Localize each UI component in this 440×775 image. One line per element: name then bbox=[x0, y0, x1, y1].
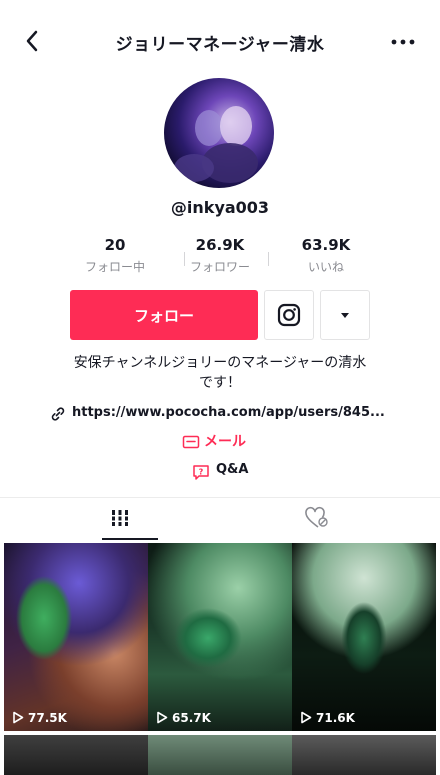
stat-following[interactable]: 20 フォロー中 bbox=[65, 236, 165, 275]
view-count-text: 71.6K bbox=[316, 711, 355, 725]
stat-divider bbox=[268, 252, 269, 266]
stat-likes[interactable]: 63.9K いいね bbox=[276, 236, 376, 275]
play-icon bbox=[301, 711, 312, 724]
instagram-button[interactable] bbox=[264, 290, 314, 340]
stat-following-count: 20 bbox=[104, 236, 126, 254]
video-thumbnail[interactable] bbox=[292, 735, 436, 775]
qa-icon: ? bbox=[193, 465, 209, 480]
chevron-left-icon[interactable] bbox=[18, 26, 48, 56]
stat-followers-label: フォロワー bbox=[189, 260, 250, 274]
instagram-icon bbox=[277, 303, 301, 327]
stat-following-label: フォロー中 bbox=[84, 260, 145, 274]
view-count: 71.6K bbox=[300, 711, 355, 725]
profile-header: ジョリーマネージャー清水 bbox=[0, 0, 440, 84]
video-thumbnail[interactable]: 65.7K bbox=[148, 543, 292, 731]
qa-label: Q&A bbox=[216, 462, 249, 477]
more-options-button[interactable] bbox=[320, 290, 370, 340]
stat-followers-count: 26.9K bbox=[195, 236, 245, 254]
view-count-text: 77.5K bbox=[28, 711, 67, 725]
username: @inkya003 bbox=[170, 198, 270, 217]
video-thumbnail[interactable] bbox=[4, 735, 148, 775]
video-thumbnail[interactable]: 77.5K bbox=[4, 543, 148, 731]
play-icon bbox=[157, 711, 168, 724]
svg-text:?: ? bbox=[199, 468, 204, 477]
play-icon bbox=[13, 711, 24, 724]
caret-down-icon bbox=[341, 313, 349, 318]
tab-liked[interactable] bbox=[210, 498, 430, 542]
profile-link-text: https://www.pococha.com/app/users/845... bbox=[72, 405, 385, 420]
grid-icon bbox=[112, 510, 128, 526]
stat-followers[interactable]: 26.9K フォロワー bbox=[170, 236, 270, 275]
bio-line: 安保チャンネルジョリーのマネージャーの清水 bbox=[73, 355, 367, 371]
profile-bio: 安保チャンネルジョリーのマネージャーの清水 です！ bbox=[30, 353, 410, 393]
bio-line: です！ bbox=[199, 375, 241, 391]
stat-likes-label: いいね bbox=[307, 260, 344, 274]
mail-label: メール bbox=[204, 434, 246, 450]
tab-videos[interactable] bbox=[10, 498, 230, 542]
profile-stats: 20 フォロー中 26.9K フォロワー 63.9K いいね bbox=[70, 236, 370, 276]
follow-button[interactable]: フォロー bbox=[70, 290, 258, 340]
stat-likes-count: 63.9K bbox=[301, 236, 351, 254]
view-count: 65.7K bbox=[156, 711, 211, 725]
view-count: 77.5K bbox=[12, 711, 67, 725]
profile-link[interactable]: https://www.pococha.com/app/users/845... bbox=[50, 404, 390, 424]
video-thumbnail[interactable]: 71.6K bbox=[292, 543, 436, 731]
content-tabs bbox=[0, 498, 440, 542]
video-thumbnail[interactable] bbox=[148, 735, 292, 775]
mail-icon bbox=[182, 435, 200, 449]
active-tab-indicator bbox=[102, 538, 158, 540]
video-grid: 77.5K 65.7K 71.6K bbox=[0, 543, 440, 775]
liked-hidden-icon bbox=[305, 506, 328, 528]
page-title: ジョリーマネージャー清水 bbox=[115, 35, 325, 55]
more-dots-icon[interactable] bbox=[388, 32, 418, 52]
avatar[interactable] bbox=[164, 78, 274, 188]
link-icon bbox=[51, 407, 65, 421]
view-count-text: 65.7K bbox=[172, 711, 211, 725]
